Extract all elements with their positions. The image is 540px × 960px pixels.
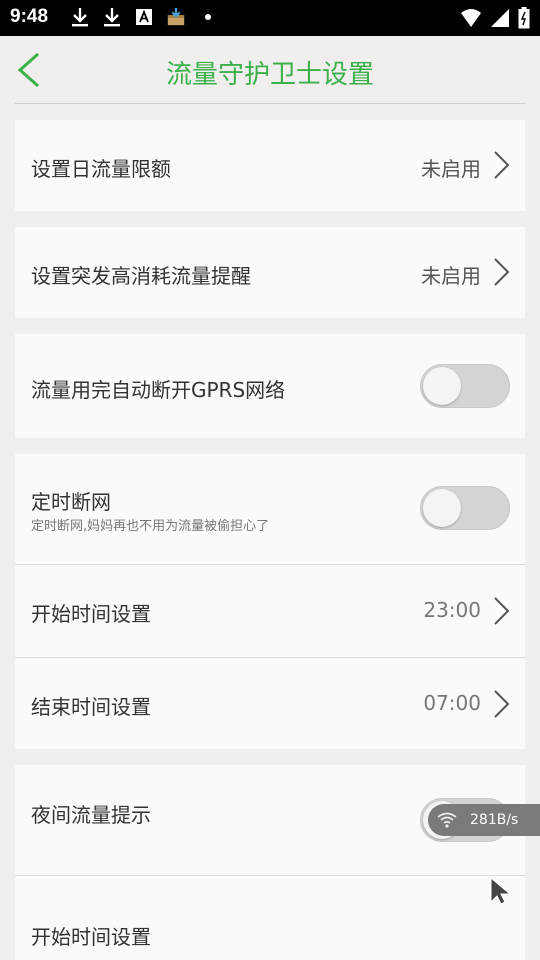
a-box-icon: [134, 7, 154, 27]
wifi-icon: [460, 8, 482, 32]
scheduled-disconnect-label: 定时断网: [31, 490, 111, 514]
status-bar: 9:48: [0, 0, 540, 36]
signal-icon: [490, 8, 510, 32]
schedule-start-row[interactable]: 开始时间设置 23:00: [15, 565, 525, 657]
notification-icons: [70, 7, 218, 27]
toggle-knob: [423, 367, 461, 405]
battery-icon: [518, 7, 530, 33]
burst-alert-value: 未启用: [421, 264, 481, 288]
scheduled-disconnect-row: 定时断网 定时断网,妈妈再也不用为流量被偷担心了: [15, 454, 525, 564]
night-start-row[interactable]: 开始时间设置: [15, 876, 525, 960]
page-title: 流量守护卫士设置: [165, 60, 374, 90]
system-icons: [460, 7, 530, 33]
network-speed-overlay[interactable]: 281B/s: [428, 804, 540, 836]
download-icon: [102, 7, 122, 27]
burst-alert-row[interactable]: 设置突发高消耗流量提醒 未启用: [15, 227, 525, 318]
auto-disconnect-row: 流量用完自动断开GPRS网络: [15, 334, 525, 438]
schedule-end-value: 07:00: [423, 691, 481, 715]
burst-alert-label: 设置突发高消耗流量提醒: [31, 264, 251, 288]
night-start-label: 开始时间设置: [31, 925, 151, 949]
package-download-icon: [166, 7, 186, 27]
chevron-right-icon: [491, 150, 511, 180]
daily-limit-label: 设置日流量限额: [31, 157, 171, 181]
chevron-right-icon: [491, 689, 511, 719]
auto-disconnect-label: 流量用完自动断开GPRS网络: [31, 378, 286, 402]
schedule-end-label: 结束时间设置: [31, 695, 151, 719]
night-alert-label: 夜间流量提示: [31, 803, 151, 827]
chevron-right-icon: [491, 596, 511, 626]
schedule-start-value: 23:00: [423, 598, 481, 622]
burst-alert-card: 设置突发高消耗流量提醒 未启用: [15, 227, 525, 318]
status-time: 9:48: [10, 6, 49, 27]
scheduled-disconnect-toggle[interactable]: [420, 486, 510, 530]
night-alert-card: 夜间流量提示 开始时间设置: [15, 765, 525, 960]
app-header: 流量守护卫士设置: [0, 36, 540, 104]
header-divider: [15, 103, 525, 104]
daily-limit-value: 未启用: [421, 157, 481, 181]
scheduled-disconnect-card: 定时断网 定时断网,妈妈再也不用为流量被偷担心了 开始时间设置 23:00 结束…: [15, 454, 525, 749]
dot-icon: [198, 7, 218, 27]
toggle-knob: [423, 489, 461, 527]
daily-limit-card: 设置日流量限额 未启用: [15, 120, 525, 211]
daily-limit-row[interactable]: 设置日流量限额 未启用: [15, 120, 525, 211]
download-icon: [70, 7, 90, 27]
auto-disconnect-toggle[interactable]: [420, 364, 510, 408]
network-speed-value: 281B/s: [470, 812, 519, 828]
cursor-icon: [488, 876, 514, 906]
auto-disconnect-card: 流量用完自动断开GPRS网络: [15, 334, 525, 438]
scheduled-disconnect-sublabel: 定时断网,妈妈再也不用为流量被偷担心了: [31, 519, 270, 534]
chevron-right-icon: [491, 257, 511, 287]
schedule-start-label: 开始时间设置: [31, 602, 151, 626]
wifi-icon: [436, 810, 458, 830]
schedule-end-row[interactable]: 结束时间设置 07:00: [15, 658, 525, 749]
